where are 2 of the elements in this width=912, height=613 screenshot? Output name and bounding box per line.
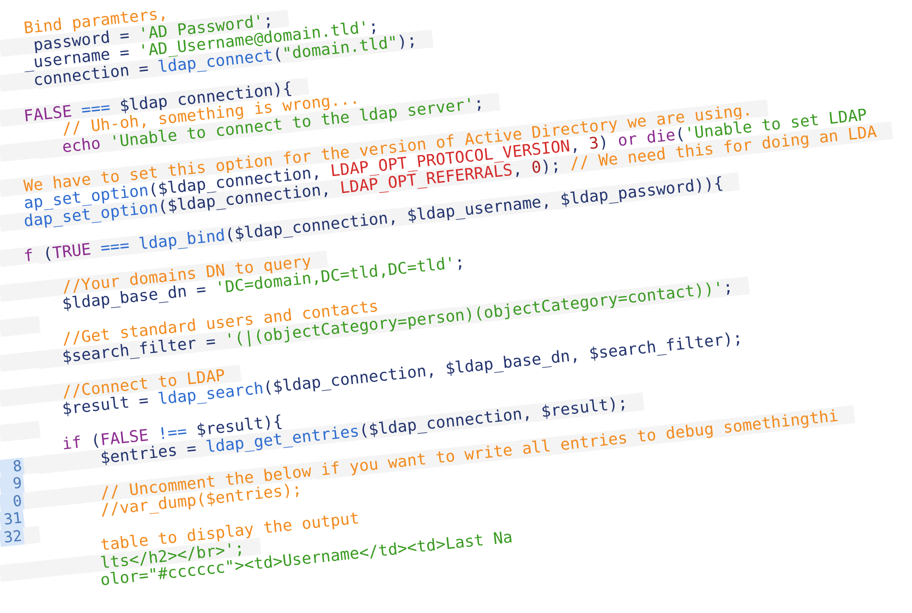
line-number: 9 [0,474,25,494]
line-number: 31 [0,510,25,530]
